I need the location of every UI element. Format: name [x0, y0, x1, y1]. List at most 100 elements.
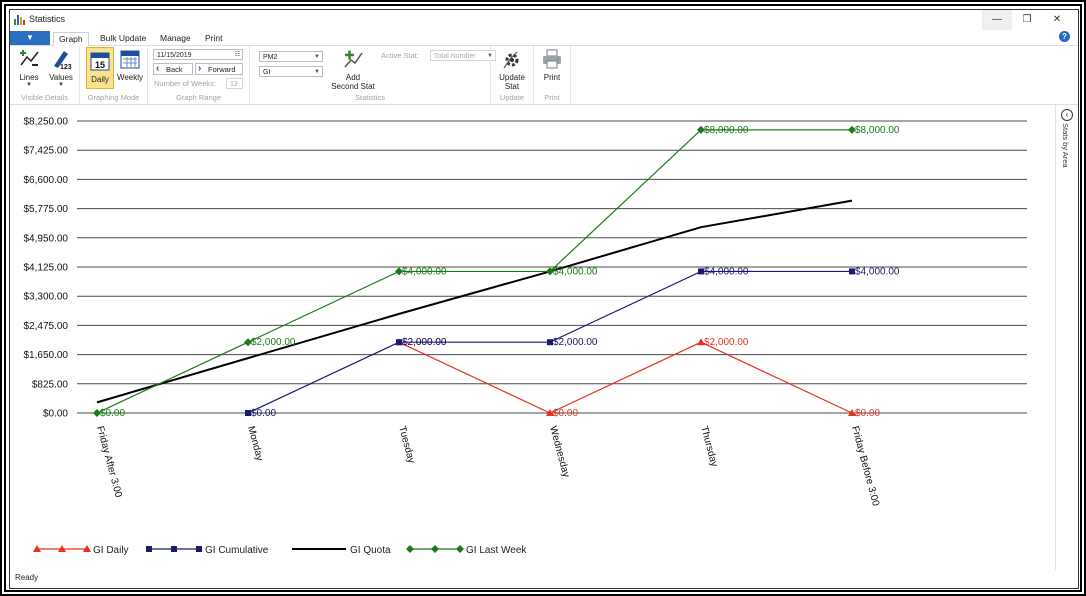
chevron-down-icon: ▼ — [26, 82, 32, 88]
add-second-stat-button[interactable]: Add Second Stat — [330, 48, 376, 91]
y-tick-label: $1,650.00 — [24, 350, 69, 361]
group-print: Print Print — [534, 46, 571, 104]
close-button[interactable]: ✕ — [1042, 10, 1072, 30]
forward-label: Forward — [208, 65, 236, 74]
data-point — [431, 545, 439, 553]
printer-icon — [543, 49, 561, 69]
help-icon[interactable]: ? — [1059, 31, 1070, 42]
weekly-label: Weekly — [116, 73, 144, 82]
x-tick-label: Tuesday — [396, 425, 416, 465]
values-icon: 123 — [54, 51, 72, 71]
weekly-button[interactable]: Weekly — [115, 48, 145, 82]
app-window: Statistics — ❐ ✕ ▼ Graph Bulk Update Man… — [9, 9, 1079, 589]
active-stat-label: Active Stat: — [381, 51, 419, 60]
data-label: $2,000.00 — [402, 337, 447, 348]
y-tick-label: $825.00 — [32, 379, 69, 390]
weeks-value: 12 — [230, 81, 238, 88]
group-update: Update Stat Update — [491, 46, 534, 104]
group-visible-details: Lines ▼ 123 Values ▼ Visible Details — [10, 46, 80, 104]
y-tick-label: $2,475.00 — [24, 321, 69, 332]
chevron-left-icon: ‹ — [156, 63, 160, 74]
tab-print[interactable]: Print — [200, 32, 227, 45]
calendar-icon[interactable]: ☷ — [235, 50, 240, 61]
data-point — [406, 545, 414, 553]
x-tick-label: Friday After 3:00 — [94, 425, 124, 499]
data-label: $4,000.00 — [704, 266, 749, 277]
y-tick-label: $4,950.00 — [24, 233, 69, 244]
x-tick-label: Friday Before 3:00 — [849, 425, 881, 508]
legend-label: GI Quota — [350, 545, 391, 556]
data-label: $0.00 — [855, 408, 880, 419]
weeks-label: Number of Weeks: — [154, 79, 216, 88]
data-label: $0.00 — [100, 408, 125, 419]
forward-button[interactable]: › Forward — [195, 63, 243, 75]
y-tick-label: $0.00 — [43, 409, 68, 420]
data-label: $2,000.00 — [704, 337, 749, 348]
statistics-app-icon — [14, 14, 25, 25]
lines-button[interactable]: Lines ▼ — [16, 48, 42, 88]
calendar-day-number: 15 — [95, 60, 105, 70]
active-stat-select[interactable]: Total Number ▼ — [430, 50, 496, 61]
data-label: $8,000.00 — [855, 125, 900, 136]
daily-label: Daily — [91, 75, 109, 84]
x-tick-label: Monday — [245, 425, 265, 462]
stats-by-area-panel: ‹ Stats by Area — [1055, 105, 1078, 570]
daily-button[interactable]: 15 Daily — [86, 47, 114, 89]
minimize-button[interactable]: — — [982, 10, 1012, 30]
stats-by-area-label[interactable]: Stats by Area — [1061, 123, 1070, 168]
data-label: $0.00 — [553, 408, 578, 419]
ribbon-tab-row: ▼ Graph Bulk Update Manage Print ? — [10, 30, 1078, 46]
group-label: Graphing Mode — [87, 93, 140, 102]
window-title: Statistics — [29, 14, 66, 24]
legend-label: GI Last Week — [466, 545, 527, 556]
data-label: $2,000.00 — [553, 337, 598, 348]
group-label: Update — [499, 93, 525, 102]
stat-select-2-value: GI — [263, 69, 271, 76]
y-tick-label: $3,300.00 — [24, 292, 69, 303]
back-button[interactable]: ‹ Back — [153, 63, 193, 75]
stat-select-1[interactable]: PM2 ▼ — [259, 51, 323, 62]
add-stat-icon — [344, 50, 363, 68]
tab-graph[interactable]: Graph — [53, 32, 89, 46]
y-tick-label: $8,250.00 — [24, 117, 69, 128]
legend-label: GI Cumulative — [205, 545, 269, 556]
group-label: Visible Details — [21, 93, 68, 102]
data-label: $4,000.00 — [855, 266, 900, 277]
weeks-field[interactable]: 12 — [226, 78, 243, 89]
gear-icon — [503, 51, 519, 69]
calendar-day-icon: 15 — [90, 52, 110, 71]
tab-bulk-update[interactable]: Bulk Update — [95, 32, 151, 45]
legend-label: GI Daily — [93, 545, 129, 556]
data-label: $8,000.00 — [704, 125, 749, 136]
series-line — [398, 341, 853, 414]
group-graph-range: 11/15/2019 ☷ ‹ Back › Forward Number of … — [148, 46, 250, 104]
collapse-panel-icon[interactable]: ‹ — [1061, 109, 1073, 121]
data-point — [196, 546, 202, 552]
group-label: Statistics — [354, 93, 385, 102]
active-stat-value: Total Number — [434, 53, 476, 60]
date-field[interactable]: 11/15/2019 ☷ — [153, 49, 243, 60]
status-bar-text: Ready — [15, 573, 39, 582]
y-tick-label: $6,600.00 — [24, 175, 69, 186]
stat-select-2[interactable]: GI ▼ — [259, 66, 323, 77]
values-label: Values — [49, 73, 73, 82]
y-tick-label: $4,125.00 — [24, 263, 69, 274]
restore-button[interactable]: ❐ — [1012, 10, 1042, 30]
group-label: Print — [544, 93, 560, 102]
app-menu-button[interactable]: ▼ — [10, 31, 50, 45]
print-button[interactable]: Print — [539, 48, 565, 82]
update-stat-button[interactable]: Update Stat — [495, 48, 529, 91]
chevron-down-icon: ▼ — [314, 69, 320, 75]
data-point — [171, 546, 177, 552]
series-line — [96, 199, 853, 404]
tab-manage[interactable]: Manage — [155, 32, 196, 45]
y-tick-label: $5,775.00 — [24, 204, 69, 215]
add-label-1: Add — [345, 73, 361, 82]
values-button[interactable]: 123 Values ▼ — [47, 48, 75, 88]
add-label-2: Second Stat — [331, 82, 375, 91]
stat-select-1-value: PM2 — [263, 54, 278, 61]
svg-text:123: 123 — [60, 64, 72, 70]
data-label: $4,000.00 — [553, 266, 598, 277]
group-statistics: PM2 ▼ GI ▼ Add Second Stat Active Stat: … — [250, 46, 496, 104]
x-tick-label: Thursday — [698, 425, 719, 468]
